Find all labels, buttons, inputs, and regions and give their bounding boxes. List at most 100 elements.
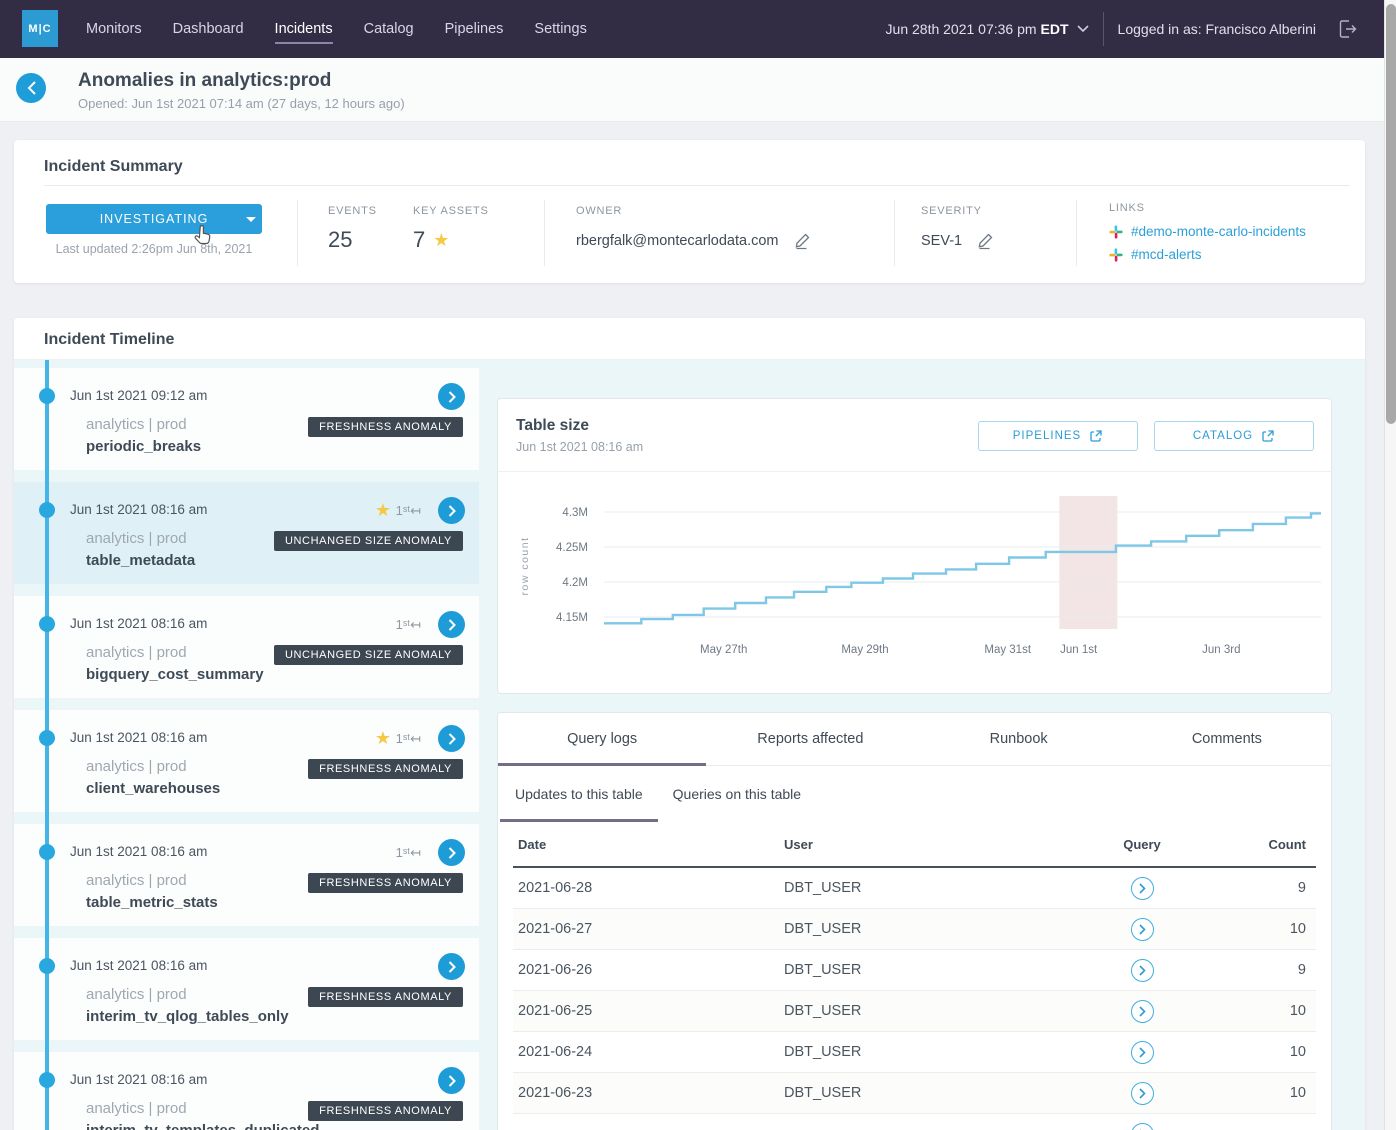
back-button[interactable]	[16, 73, 46, 103]
top-nav: M|C Monitors Dashboard Incidents Catalog Pip…	[0, 0, 1384, 58]
slack-channel-link--mcd-alerts[interactable]: #mcd-alerts	[1109, 247, 1306, 262]
nav-divider	[1103, 12, 1104, 46]
cell-count: 10	[1232, 1044, 1316, 1060]
timeline-dot	[39, 616, 55, 632]
scrollbar-thumb[interactable]	[1386, 4, 1396, 424]
nav-menu: Monitors Dashboard Incidents Catalog Pipelin…	[86, 0, 587, 58]
catalog-button[interactable]: CATALOG	[1154, 421, 1314, 451]
detail-tabs-card: Query logsReports affectedRunbookComment…	[497, 712, 1332, 1130]
timeline-entry-table-metric-stats[interactable]: Jun 1st 2021 08:16 amanalytics | prodtab…	[14, 824, 479, 926]
nav-item-incidents[interactable]: Incidents	[275, 2, 333, 56]
entry-dataset: analytics | prod	[86, 758, 187, 775]
cell-query	[1052, 1123, 1232, 1130]
entry-detail-arrow-button[interactable]	[438, 725, 465, 752]
edit-severity-icon[interactable]	[976, 231, 996, 251]
cell-date: 2021-06-23	[513, 1085, 784, 1101]
cell-user: DBT_USER	[784, 880, 1052, 896]
cell-query	[1052, 1000, 1232, 1023]
entry-detail-arrow-button[interactable]	[438, 1067, 465, 1094]
entry-dataset: analytics | prod	[86, 644, 187, 661]
y-tick-label: 4.25M	[556, 542, 588, 554]
nav-item-monitors[interactable]: Monitors	[86, 2, 142, 56]
cell-date: 2021-06-25	[513, 1003, 784, 1019]
tab-comments[interactable]: Comments	[1123, 713, 1331, 765]
edit-owner-icon[interactable]	[793, 231, 813, 251]
links-block: LINKS #demo-monte-carlo-incidents #mcd-a…	[1109, 202, 1306, 262]
timeline-entry-interim-tv-qlog-tables-only[interactable]: Jun 1st 2021 08:16 amanalytics | prodint…	[14, 938, 479, 1040]
entry-dataset: analytics | prod	[86, 530, 187, 547]
table-row: 2021-06-24DBT_USER10	[513, 1032, 1316, 1073]
timeline-dot	[39, 1072, 55, 1088]
nav-right: Jun 28th 2021 07:36 pm EDT Logged in as:…	[886, 0, 1358, 58]
severity-value: SEV-1	[921, 233, 962, 249]
entry-timestamp: Jun 1st 2021 08:16 am	[70, 502, 207, 517]
view-query-button[interactable]	[1131, 877, 1154, 900]
catalog-button-label: CATALOG	[1193, 430, 1253, 442]
status-dropdown-button[interactable]: INVESTIGATING	[46, 204, 262, 234]
tab-runbook[interactable]: Runbook	[915, 713, 1123, 765]
chevron-right-icon	[1139, 883, 1146, 894]
chevron-right-icon	[1139, 1006, 1146, 1017]
nav-item-dashboard[interactable]: Dashboard	[173, 2, 244, 56]
tab-reports-affected[interactable]: Reports affected	[706, 713, 914, 765]
entry-detail-arrow-button[interactable]	[438, 497, 465, 524]
timeline-entry-table-metadata[interactable]: Jun 1st 2021 08:16 am analytics | prod tab…	[14, 482, 479, 584]
timeline-entry-client-warehouses[interactable]: Jun 1st 2021 08:16 amanalytics | prodcli…	[14, 710, 479, 812]
anomaly-type-badge: FRESHNESS ANOMALY	[308, 417, 463, 437]
owner-value: rbergfalk@montecarlodata.com	[576, 233, 779, 249]
entry-table-name: table_metadata	[86, 552, 195, 569]
detail-tabs: Query logsReports affectedRunbookComment…	[498, 713, 1331, 766]
timeline-entry-interim-tv-templates-duplicated[interactable]: Jun 1st 2021 08:16 amanalytics | prodint…	[14, 1052, 479, 1130]
view-query-button[interactable]	[1131, 1000, 1154, 1023]
entry-detail-arrow-button[interactable]	[438, 611, 465, 638]
cell-user: DBT_USER	[784, 1003, 1052, 1019]
events-label: EVENTS	[328, 205, 377, 217]
row-count-step-chart: 4.3M4.25M4.2M4.15Mrow countMay 27thMay 2…	[498, 471, 1333, 693]
cell-query	[1052, 918, 1232, 941]
owner-label: OWNER	[576, 205, 813, 217]
cell-query	[1052, 959, 1232, 982]
y-tick-label: 4.3M	[562, 507, 588, 519]
nav-item-catalog[interactable]: Catalog	[364, 2, 414, 56]
timeline-entry-periodic-breaks[interactable]: Jun 1st 2021 09:12 amanalytics | prodper…	[14, 368, 479, 470]
page-scrollbar[interactable]	[1384, 0, 1396, 1130]
incident-summary-card: Incident Summary INVESTIGATING Last upda…	[14, 140, 1365, 283]
table-row: 2021-06-26DBT_USER9	[513, 950, 1316, 991]
view-query-button[interactable]	[1131, 918, 1154, 941]
nav-item-pipelines[interactable]: Pipelines	[445, 2, 504, 56]
monte-carlo-logo[interactable]: M|C	[22, 10, 58, 47]
view-query-button[interactable]	[1131, 959, 1154, 982]
entry-timestamp: Jun 1st 2021 08:16 am	[70, 1072, 207, 1087]
entry-detail-arrow-button[interactable]	[438, 953, 465, 980]
cell-count: 10	[1232, 1003, 1316, 1019]
datetime-selector[interactable]: Jun 28th 2021 07:36 pm EDT	[886, 21, 1089, 37]
timeline-entry-bigquery-cost-summary[interactable]: Jun 1st 2021 08:16 amanalytics | prodbig…	[14, 596, 479, 698]
app-window: M|C Monitors Dashboard Incidents Catalog Pip…	[0, 0, 1396, 1130]
chevron-down-icon	[1077, 25, 1089, 33]
anomaly-type-badge: UNCHANGED SIZE ANOMALY	[274, 531, 463, 551]
status-last-updated: Last updated 2:26pm Jun 8th, 2021	[46, 242, 262, 256]
entry-detail-arrow-button[interactable]	[438, 839, 465, 866]
pipelines-button[interactable]: PIPELINES	[978, 421, 1138, 451]
detail-column: Table size Jun 1st 2021 08:16 am PIPELIN…	[497, 398, 1332, 1130]
key-assets-block: KEY ASSETS 7★	[413, 205, 489, 253]
tab-query-logs[interactable]: Query logs	[498, 713, 706, 765]
view-query-button[interactable]	[1131, 1123, 1154, 1130]
nav-item-settings[interactable]: Settings	[534, 2, 586, 56]
entry-dataset: analytics | prod	[86, 872, 187, 889]
entry-table-name: periodic_breaks	[86, 438, 201, 455]
subtab-queries-on-this-table[interactable]: Queries on this table	[658, 766, 816, 822]
row-count-line	[604, 513, 1321, 623]
slack-channel-link--demo-monte-carlo-incidents[interactable]: #demo-monte-carlo-incidents	[1109, 224, 1306, 239]
entry-detail-arrow-button[interactable]	[438, 383, 465, 410]
cell-count: 9	[1232, 880, 1316, 896]
view-query-button[interactable]	[1131, 1082, 1154, 1105]
view-query-button[interactable]	[1131, 1041, 1154, 1064]
logout-icon[interactable]	[1336, 18, 1358, 40]
divider	[1076, 200, 1077, 266]
chevron-right-icon	[1139, 924, 1146, 935]
y-tick-label: 4.15M	[556, 612, 588, 624]
timeline-title: Incident Timeline	[44, 331, 174, 349]
table-size-card: Table size Jun 1st 2021 08:16 am PIPELIN…	[497, 398, 1332, 694]
subtab-updates-to-this-table[interactable]: Updates to this table	[500, 766, 658, 822]
